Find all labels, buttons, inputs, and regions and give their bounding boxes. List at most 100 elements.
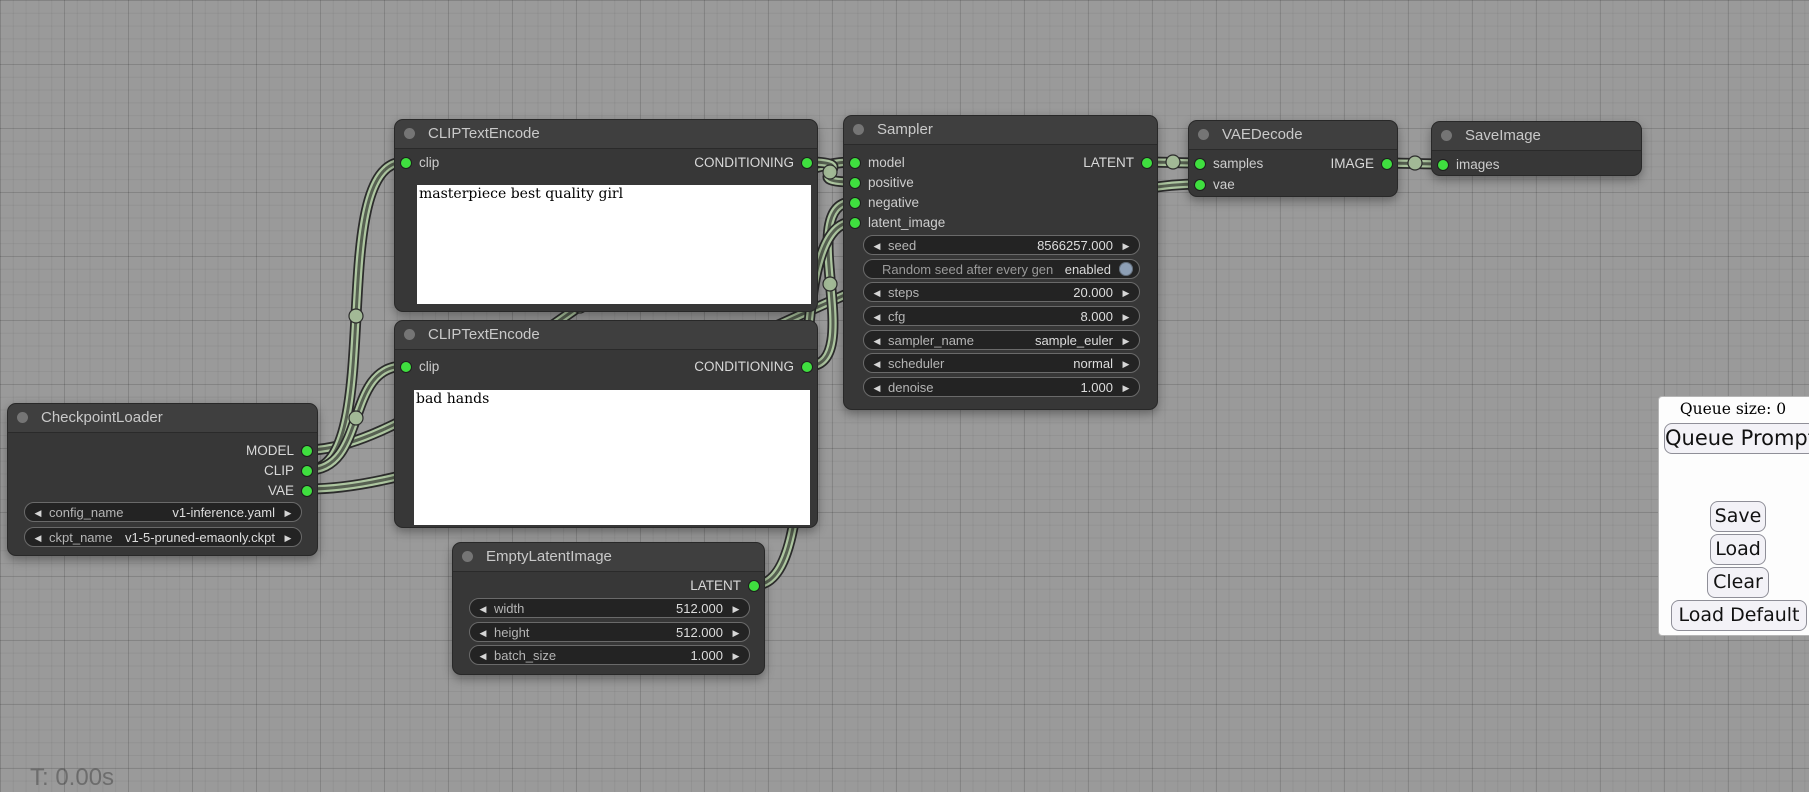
- queue-prompt-button[interactable]: Queue Prompt: [1664, 423, 1809, 454]
- widget-width[interactable]: width 512.000: [469, 598, 750, 618]
- decrement-arrow-icon[interactable]: [869, 354, 885, 374]
- input-port-samples[interactable]: [1195, 159, 1205, 169]
- input-label: samples: [1213, 154, 1263, 174]
- output-port-conditioning[interactable]: [802, 158, 812, 168]
- negative-prompt-textarea[interactable]: bad hands: [414, 390, 810, 525]
- save-button[interactable]: Save: [1710, 501, 1766, 532]
- widget-value: 512.000: [676, 623, 723, 643]
- increment-arrow-icon[interactable]: [1118, 331, 1134, 351]
- collapse-dot-icon[interactable]: [853, 124, 864, 135]
- node-checkpoint-loader[interactable]: CheckpointLoader MODEL CLIP VAE config_n…: [7, 403, 318, 556]
- output-port-vae[interactable]: [302, 486, 312, 496]
- collapse-dot-icon[interactable]: [404, 329, 415, 340]
- output-port-image[interactable]: [1382, 159, 1392, 169]
- widget-batch-size[interactable]: batch_size 1.000: [469, 645, 750, 665]
- queue-size-label: Queue size: 0: [1659, 400, 1807, 418]
- input-label: positive: [868, 173, 914, 193]
- input-port-clip[interactable]: [401, 158, 411, 168]
- output-port-model[interactable]: [302, 446, 312, 456]
- decrement-arrow-icon[interactable]: [869, 378, 885, 398]
- increment-arrow-icon[interactable]: [1118, 354, 1134, 374]
- input-port-model[interactable]: [850, 158, 860, 168]
- node-title-bar[interactable]: EmptyLatentImage: [453, 543, 764, 572]
- widget-cfg[interactable]: cfg 8.000: [863, 306, 1140, 326]
- node-title-bar[interactable]: VAEDecode: [1189, 121, 1397, 150]
- widget-value: enabled: [1065, 260, 1111, 280]
- widget-value: 8566257.000: [1037, 236, 1113, 256]
- node-title-bar[interactable]: CheckpointLoader: [8, 404, 317, 433]
- increment-arrow-icon[interactable]: [728, 599, 744, 619]
- decrement-arrow-icon[interactable]: [869, 283, 885, 303]
- decrement-arrow-icon[interactable]: [869, 307, 885, 327]
- collapse-dot-icon[interactable]: [462, 551, 473, 562]
- output-port-conditioning[interactable]: [802, 362, 812, 372]
- increment-arrow-icon[interactable]: [1118, 378, 1134, 398]
- node-title-bar[interactable]: Sampler: [844, 116, 1157, 145]
- load-button[interactable]: Load: [1710, 534, 1766, 565]
- output-port-latent[interactable]: [1142, 158, 1152, 168]
- input-label: negative: [868, 193, 919, 213]
- increment-arrow-icon[interactable]: [1118, 307, 1134, 327]
- node-save-image[interactable]: SaveImage images: [1431, 121, 1642, 176]
- collapse-dot-icon[interactable]: [17, 412, 28, 423]
- input-port-negative[interactable]: [850, 198, 860, 208]
- node-sampler[interactable]: Sampler model LATENT positive negative l…: [843, 115, 1158, 410]
- decrement-arrow-icon[interactable]: [869, 331, 885, 351]
- widget-steps[interactable]: steps 20.000: [863, 282, 1140, 302]
- node-clip-text-encode-positive[interactable]: CLIPTextEncode clip CONDITIONING masterp…: [394, 119, 818, 312]
- widget-sampler-name[interactable]: sampler_name sample_euler: [863, 330, 1140, 350]
- node-title: CLIPTextEncode: [428, 120, 540, 148]
- increment-arrow-icon[interactable]: [728, 623, 744, 643]
- widget-scheduler[interactable]: scheduler normal: [863, 353, 1140, 373]
- input-label: images: [1456, 155, 1500, 175]
- increment-arrow-icon[interactable]: [280, 503, 296, 523]
- node-title-bar[interactable]: SaveImage: [1432, 122, 1641, 151]
- decrement-arrow-icon[interactable]: [30, 503, 46, 523]
- collapse-dot-icon[interactable]: [1198, 129, 1209, 140]
- graph-canvas[interactable]: { "canvas": { "timer_label": "T: 0.00s" …: [0, 0, 1809, 782]
- collapse-dot-icon[interactable]: [404, 128, 415, 139]
- input-port-images[interactable]: [1438, 160, 1448, 170]
- widget-denoise[interactable]: denoise 1.000: [863, 377, 1140, 397]
- positive-prompt-textarea[interactable]: masterpiece best quality girl: [417, 185, 811, 304]
- input-port-vae[interactable]: [1195, 180, 1205, 190]
- increment-arrow-icon[interactable]: [1118, 236, 1134, 256]
- widget-value: 8.000: [1080, 307, 1113, 327]
- decrement-arrow-icon[interactable]: [475, 599, 491, 619]
- node-clip-text-encode-negative[interactable]: CLIPTextEncode clip CONDITIONING bad han…: [394, 320, 818, 528]
- load-default-button[interactable]: Load Default: [1671, 600, 1807, 631]
- clear-button[interactable]: Clear: [1707, 567, 1769, 598]
- widget-value: v1-5-pruned-emaonly.ckpt: [125, 528, 275, 548]
- increment-arrow-icon[interactable]: [728, 646, 744, 666]
- decrement-arrow-icon[interactable]: [869, 236, 885, 256]
- node-vae-decode[interactable]: VAEDecode samples IMAGE vae: [1188, 120, 1398, 197]
- node-empty-latent-image[interactable]: EmptyLatentImage LATENT width 512.000 he…: [452, 542, 765, 675]
- decrement-arrow-icon[interactable]: [475, 623, 491, 643]
- output-label: LATENT: [1083, 153, 1134, 173]
- widget-seed[interactable]: seed 8566257.000: [863, 235, 1140, 255]
- node-title-bar[interactable]: CLIPTextEncode: [395, 321, 817, 350]
- input-label: latent_image: [868, 213, 945, 233]
- collapse-dot-icon[interactable]: [1441, 130, 1452, 141]
- widget-ckpt-name[interactable]: ckpt_name v1-5-pruned-emaonly.ckpt: [24, 527, 302, 547]
- toggle-circle-icon[interactable]: [1119, 262, 1133, 276]
- increment-arrow-icon[interactable]: [1118, 283, 1134, 303]
- widget-height[interactable]: height 512.000: [469, 622, 750, 642]
- output-port-latent[interactable]: [749, 581, 759, 591]
- input-label: vae: [1213, 175, 1235, 195]
- widget-config-name[interactable]: config_name v1-inference.yaml: [24, 502, 302, 522]
- widget-label: cfg: [888, 307, 905, 327]
- widget-value: 20.000: [1073, 283, 1113, 303]
- increment-arrow-icon[interactable]: [280, 528, 296, 548]
- output-label: VAE: [268, 481, 294, 501]
- input-port-positive[interactable]: [850, 178, 860, 188]
- widget-random-seed-toggle[interactable]: Random seed after every gen enabled: [863, 259, 1140, 279]
- comfy-menu-panel: Queue size: 0 Queue Prompt Save Load Cle…: [1658, 396, 1809, 636]
- decrement-arrow-icon[interactable]: [475, 646, 491, 666]
- input-port-latent-image[interactable]: [850, 218, 860, 228]
- node-title-bar[interactable]: CLIPTextEncode: [395, 120, 817, 149]
- output-port-clip[interactable]: [302, 466, 312, 476]
- input-label: model: [868, 153, 905, 173]
- input-port-clip[interactable]: [401, 362, 411, 372]
- decrement-arrow-icon[interactable]: [30, 528, 46, 548]
